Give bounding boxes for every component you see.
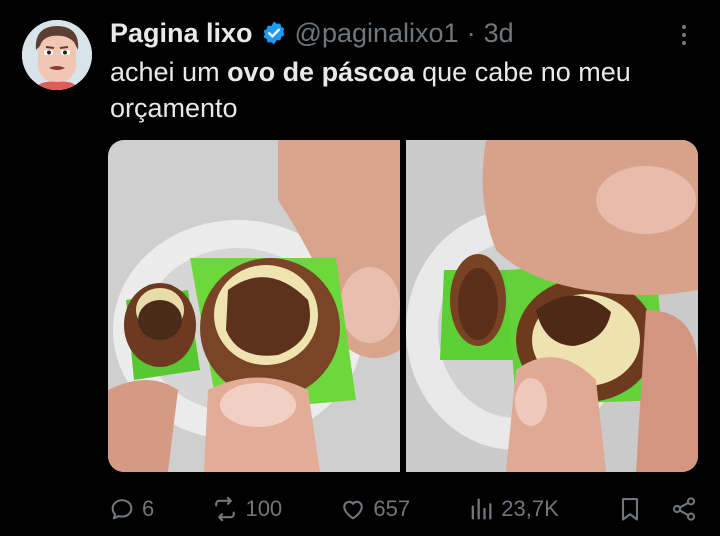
author-handle[interactable]: @paginalixo1 [295, 18, 459, 49]
verified-badge-icon [261, 20, 287, 46]
timestamp[interactable]: 3d [484, 18, 514, 49]
author-name[interactable]: Pagina lixo [110, 18, 253, 49]
media-grid [108, 140, 698, 472]
more-options-icon[interactable] [674, 22, 694, 48]
tweet-header: Pagina lixo @paginalixo1 · 3d [110, 16, 680, 50]
reply-icon [111, 499, 133, 520]
repost-count: 100 [245, 496, 283, 521]
media-photo-1[interactable] [108, 140, 400, 472]
repost-icon [215, 496, 236, 522]
avatar-image [22, 20, 92, 90]
avatar[interactable] [22, 20, 92, 90]
separator-dot: · [466, 17, 476, 48]
reply-count: 6 [142, 496, 155, 521]
heart-icon [343, 500, 364, 520]
reply-button[interactable]: 6 [108, 495, 154, 523]
secondary-actions [616, 495, 698, 523]
chocolate-photo-1 [108, 140, 400, 472]
tweet-text-part: achei um [110, 57, 228, 87]
views-count: 23,7K [501, 496, 559, 521]
like-button[interactable]: 657 [339, 495, 410, 523]
chocolate-photo-2 [406, 140, 698, 472]
tweet-actions: 6 100 657 23,7K [108, 488, 698, 530]
like-count: 657 [373, 496, 411, 521]
views-button[interactable]: 23,7K [467, 495, 559, 523]
views-icon [471, 498, 492, 520]
bookmark-icon[interactable] [616, 495, 644, 523]
media-photo-2[interactable] [406, 140, 698, 472]
tweet-text-bold: ovo de páscoa [227, 57, 415, 87]
tweet-text: achei um ovo de páscoa que cabe no meu o… [110, 54, 700, 126]
share-icon[interactable] [670, 495, 698, 523]
repost-button[interactable]: 100 [211, 495, 282, 523]
